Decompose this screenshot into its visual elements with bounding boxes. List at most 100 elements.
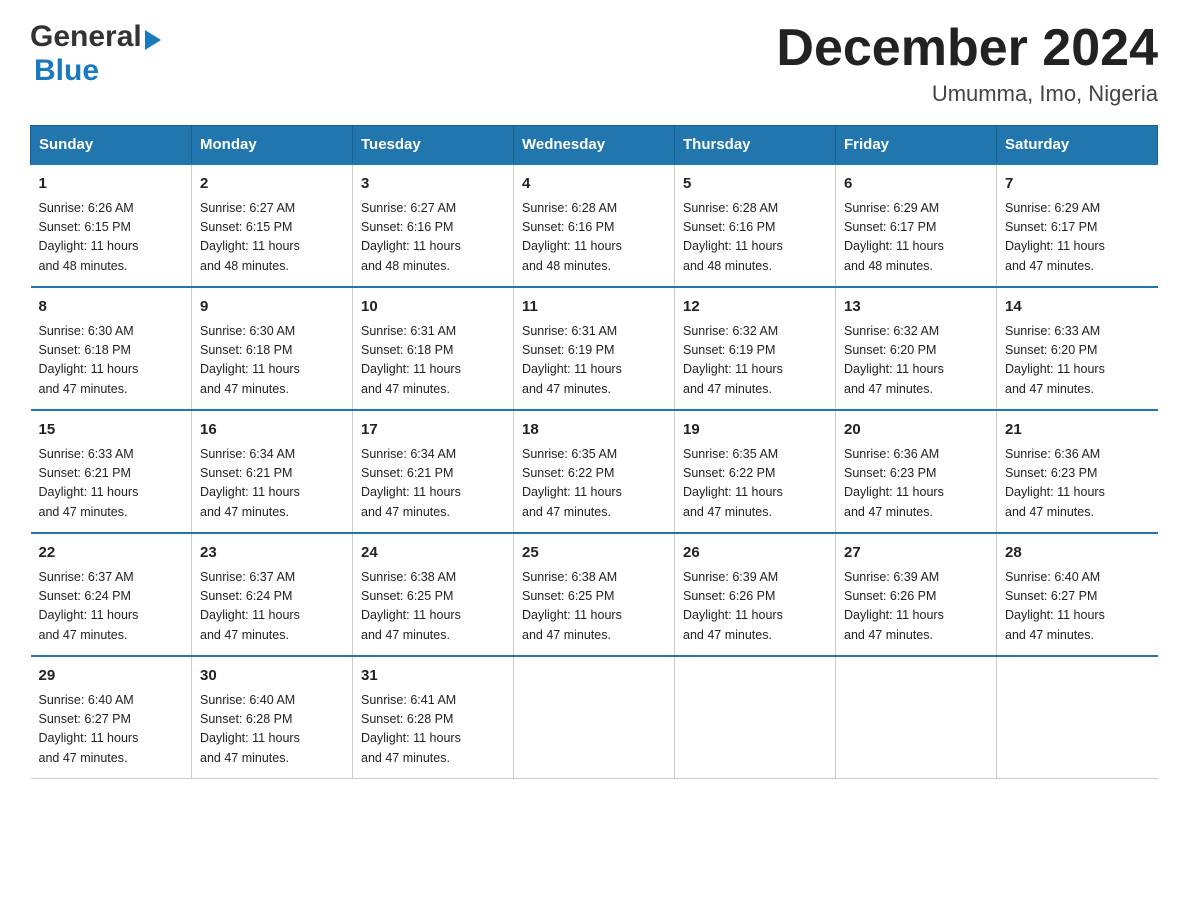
- day-number: 4: [522, 173, 666, 196]
- calendar-day-cell: 25 Sunrise: 6:38 AMSunset: 6:25 PMDayligh…: [514, 533, 675, 656]
- calendar-day-cell: 15Sunrise: 6:33 AMSunset: 6:21 PMDayligh…: [31, 410, 192, 533]
- day-number: 16: [200, 419, 344, 442]
- calendar-day-cell: 18 Sunrise: 6:35 AMSunset: 6:22 PMDayligh…: [514, 410, 675, 533]
- calendar-day-cell: 3 Sunrise: 6:27 AMSunset: 6:16 PMDaylight…: [353, 164, 514, 287]
- day-number: 10: [361, 296, 505, 319]
- day-info: Sunrise: 6:29 AMSunset: 6:17 PMDaylight:…: [844, 199, 988, 277]
- day-number: 15: [39, 419, 184, 442]
- calendar-day-cell: 10Sunrise: 6:31 AMSunset: 6:18 PMDayligh…: [353, 287, 514, 410]
- weekday-header-saturday: Saturday: [997, 126, 1158, 165]
- day-number: 24: [361, 542, 505, 565]
- day-number: 27: [844, 542, 988, 565]
- day-number: 29: [39, 665, 184, 688]
- calendar-day-cell: 6 Sunrise: 6:29 AMSunset: 6:17 PMDaylight…: [836, 164, 997, 287]
- calendar-day-cell: [997, 656, 1158, 779]
- day-info: Sunrise: 6:27 AMSunset: 6:16 PMDaylight:…: [361, 199, 505, 277]
- day-info: Sunrise: 6:38 AMSunset: 6:25 PMDaylight:…: [522, 568, 666, 646]
- calendar-day-cell: 26 Sunrise: 6:39 AMSunset: 6:26 PMDayligh…: [675, 533, 836, 656]
- logo-blue-text: Blue: [34, 54, 99, 87]
- calendar-week-row: 1 Sunrise: 6:26 AMSunset: 6:15 PMDaylight…: [31, 164, 1158, 287]
- calendar-day-cell: 17Sunrise: 6:34 AMSunset: 6:21 PMDayligh…: [353, 410, 514, 533]
- day-number: 30: [200, 665, 344, 688]
- day-number: 19: [683, 419, 827, 442]
- day-number: 12: [683, 296, 827, 319]
- calendar-week-row: 22 Sunrise: 6:37 AMSunset: 6:24 PMDayligh…: [31, 533, 1158, 656]
- day-info: Sunrise: 6:31 AMSunset: 6:19 PMDaylight:…: [522, 322, 666, 400]
- day-info: Sunrise: 6:36 AMSunset: 6:23 PMDaylight:…: [844, 445, 988, 523]
- calendar-day-cell: [675, 656, 836, 779]
- calendar-day-cell: [836, 656, 997, 779]
- day-info: Sunrise: 6:30 AMSunset: 6:18 PMDaylight:…: [39, 322, 184, 400]
- day-info: Sunrise: 6:37 AMSunset: 6:24 PMDaylight:…: [200, 568, 344, 646]
- day-info: Sunrise: 6:26 AMSunset: 6:15 PMDaylight:…: [39, 199, 184, 277]
- day-number: 14: [1005, 296, 1150, 319]
- day-number: 23: [200, 542, 344, 565]
- calendar-week-row: 8Sunrise: 6:30 AMSunset: 6:18 PMDaylight…: [31, 287, 1158, 410]
- calendar-week-row: 29 Sunrise: 6:40 AMSunset: 6:27 PMDayligh…: [31, 656, 1158, 779]
- day-number: 11: [522, 296, 666, 319]
- day-info: Sunrise: 6:39 AMSunset: 6:26 PMDaylight:…: [844, 568, 988, 646]
- day-info: Sunrise: 6:40 AMSunset: 6:28 PMDaylight:…: [200, 691, 344, 769]
- day-info: Sunrise: 6:35 AMSunset: 6:22 PMDaylight:…: [683, 445, 827, 523]
- weekday-header-row: SundayMondayTuesdayWednesdayThursdayFrid…: [31, 126, 1158, 165]
- day-info: Sunrise: 6:28 AMSunset: 6:16 PMDaylight:…: [683, 199, 827, 277]
- day-info: Sunrise: 6:40 AMSunset: 6:27 PMDaylight:…: [1005, 568, 1150, 646]
- logo-general-text: General: [30, 20, 142, 54]
- calendar-subtitle: Umumma, Imo, Nigeria: [776, 81, 1158, 107]
- calendar-day-cell: 9Sunrise: 6:30 AMSunset: 6:18 PMDaylight…: [192, 287, 353, 410]
- day-number: 9: [200, 296, 344, 319]
- day-number: 31: [361, 665, 505, 688]
- weekday-header-tuesday: Tuesday: [353, 126, 514, 165]
- day-number: 28: [1005, 542, 1150, 565]
- calendar-day-cell: 23 Sunrise: 6:37 AMSunset: 6:24 PMDayligh…: [192, 533, 353, 656]
- day-info: Sunrise: 6:35 AMSunset: 6:22 PMDaylight:…: [522, 445, 666, 523]
- day-info: Sunrise: 6:39 AMSunset: 6:26 PMDaylight:…: [683, 568, 827, 646]
- day-info: Sunrise: 6:36 AMSunset: 6:23 PMDaylight:…: [1005, 445, 1150, 523]
- day-info: Sunrise: 6:34 AMSunset: 6:21 PMDaylight:…: [361, 445, 505, 523]
- calendar-day-cell: 30 Sunrise: 6:40 AMSunset: 6:28 PMDayligh…: [192, 656, 353, 779]
- day-info: Sunrise: 6:28 AMSunset: 6:16 PMDaylight:…: [522, 199, 666, 277]
- day-number: 1: [39, 173, 184, 196]
- calendar-day-cell: 31 Sunrise: 6:41 AMSunset: 6:28 PMDayligh…: [353, 656, 514, 779]
- calendar-day-cell: 5 Sunrise: 6:28 AMSunset: 6:16 PMDaylight…: [675, 164, 836, 287]
- calendar-day-cell: 2Sunrise: 6:27 AMSunset: 6:15 PMDaylight…: [192, 164, 353, 287]
- weekday-header-wednesday: Wednesday: [514, 126, 675, 165]
- day-info: Sunrise: 6:32 AMSunset: 6:20 PMDaylight:…: [844, 322, 988, 400]
- day-number: 7: [1005, 173, 1150, 196]
- day-number: 26: [683, 542, 827, 565]
- weekday-header-sunday: Sunday: [31, 126, 192, 165]
- day-info: Sunrise: 6:40 AMSunset: 6:27 PMDaylight:…: [39, 691, 184, 769]
- logo-arrow-icon: [145, 30, 161, 50]
- calendar-week-row: 15Sunrise: 6:33 AMSunset: 6:21 PMDayligh…: [31, 410, 1158, 533]
- calendar-day-cell: 4 Sunrise: 6:28 AMSunset: 6:16 PMDaylight…: [514, 164, 675, 287]
- calendar-day-cell: 13 Sunrise: 6:32 AMSunset: 6:20 PMDayligh…: [836, 287, 997, 410]
- calendar-day-cell: 16Sunrise: 6:34 AMSunset: 6:21 PMDayligh…: [192, 410, 353, 533]
- day-info: Sunrise: 6:38 AMSunset: 6:25 PMDaylight:…: [361, 568, 505, 646]
- calendar-day-cell: [514, 656, 675, 779]
- day-number: 25: [522, 542, 666, 565]
- day-info: Sunrise: 6:32 AMSunset: 6:19 PMDaylight:…: [683, 322, 827, 400]
- logo: General Blue: [30, 20, 161, 88]
- calendar-day-cell: 27 Sunrise: 6:39 AMSunset: 6:26 PMDayligh…: [836, 533, 997, 656]
- day-number: 20: [844, 419, 988, 442]
- calendar-day-cell: 21Sunrise: 6:36 AMSunset: 6:23 PMDayligh…: [997, 410, 1158, 533]
- day-number: 6: [844, 173, 988, 196]
- day-number: 22: [39, 542, 184, 565]
- day-number: 2: [200, 173, 344, 196]
- day-info: Sunrise: 6:41 AMSunset: 6:28 PMDaylight:…: [361, 691, 505, 769]
- day-info: Sunrise: 6:33 AMSunset: 6:20 PMDaylight:…: [1005, 322, 1150, 400]
- weekday-header-thursday: Thursday: [675, 126, 836, 165]
- calendar-day-cell: 12 Sunrise: 6:32 AMSunset: 6:19 PMDayligh…: [675, 287, 836, 410]
- calendar-table: SundayMondayTuesdayWednesdayThursdayFrid…: [30, 125, 1158, 779]
- weekday-header-friday: Friday: [836, 126, 997, 165]
- calendar-title: December 2024: [776, 20, 1158, 77]
- day-number: 3: [361, 173, 505, 196]
- calendar-day-cell: 28 Sunrise: 6:40 AMSunset: 6:27 PMDayligh…: [997, 533, 1158, 656]
- weekday-header-monday: Monday: [192, 126, 353, 165]
- calendar-day-cell: 24 Sunrise: 6:38 AMSunset: 6:25 PMDayligh…: [353, 533, 514, 656]
- day-number: 18: [522, 419, 666, 442]
- day-number: 5: [683, 173, 827, 196]
- day-number: 13: [844, 296, 988, 319]
- calendar-day-cell: 1 Sunrise: 6:26 AMSunset: 6:15 PMDaylight…: [31, 164, 192, 287]
- page-header: General Blue December 2024 Umumma, Imo, …: [30, 20, 1158, 107]
